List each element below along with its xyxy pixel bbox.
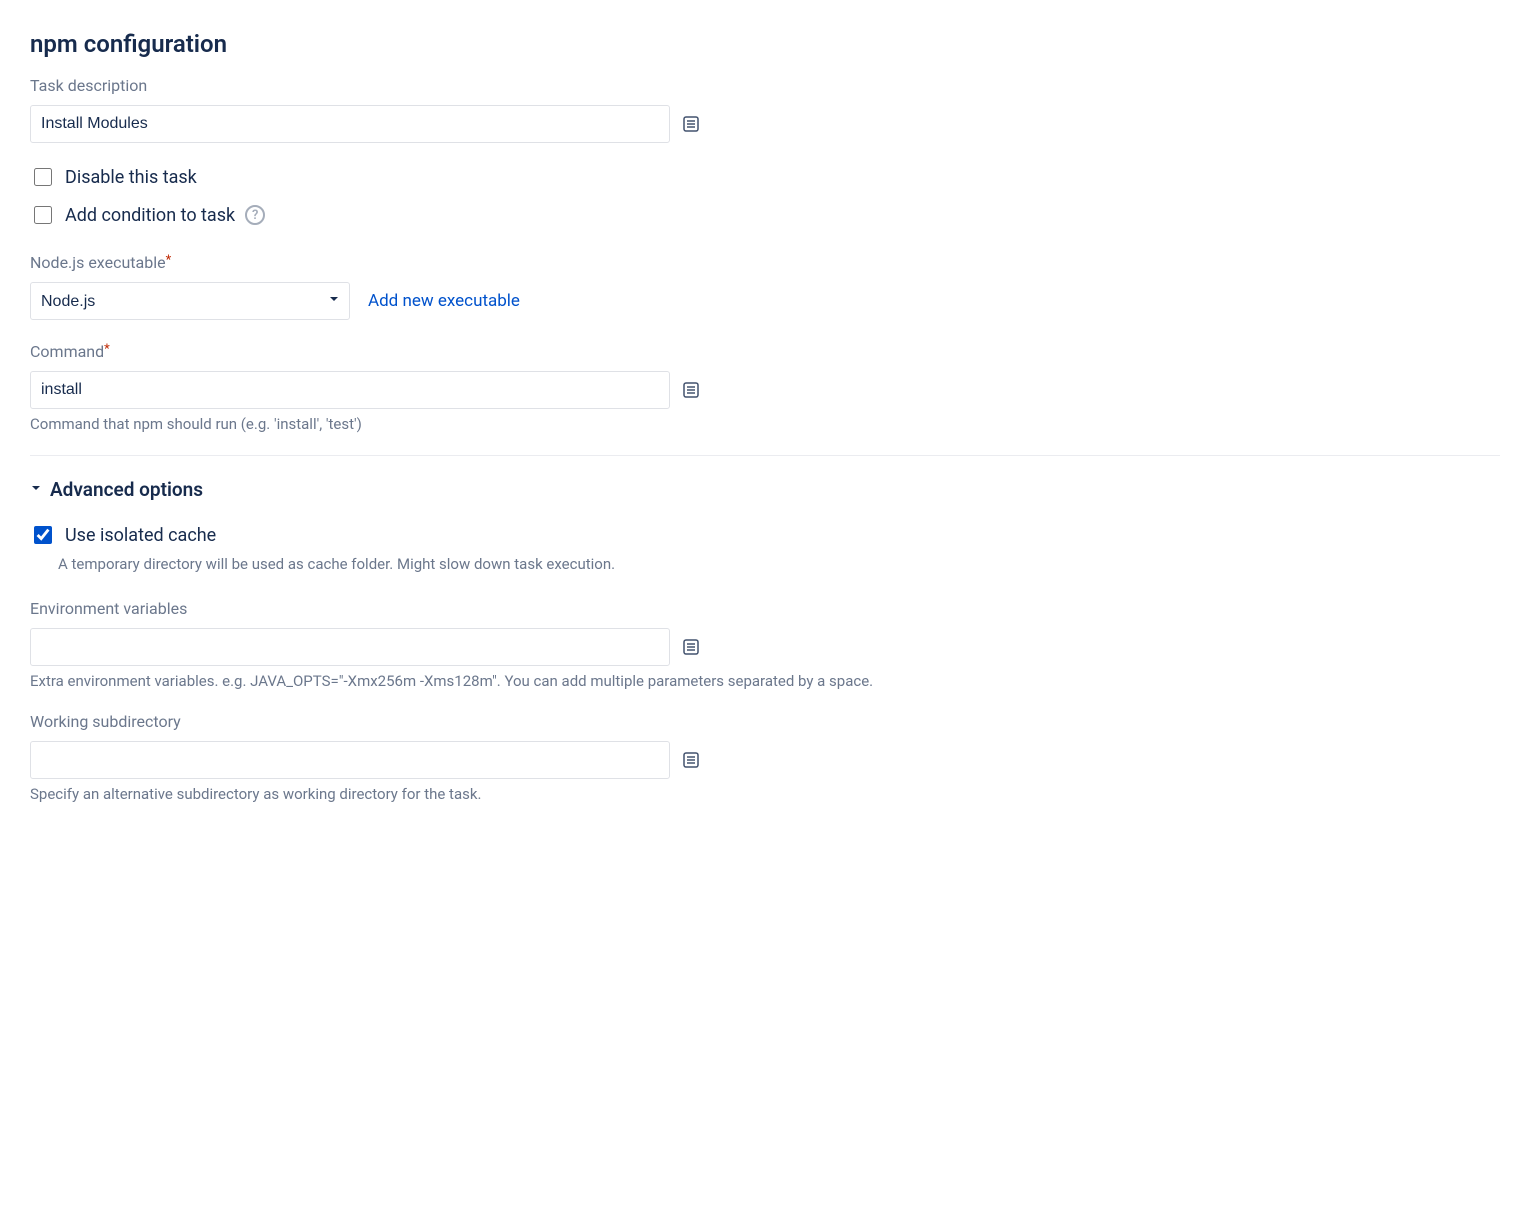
isolated-cache-label[interactable]: Use isolated cache [65, 525, 216, 546]
command-label: Command* [30, 342, 1500, 361]
add-condition-checkbox[interactable] [34, 206, 52, 224]
variables-icon[interactable] [680, 113, 702, 135]
advanced-options-title: Advanced options [50, 478, 203, 501]
working-subdir-label: Working subdirectory [30, 712, 1500, 731]
disable-task-label[interactable]: Disable this task [65, 167, 197, 188]
env-vars-input[interactable] [30, 628, 670, 666]
chevron-down-icon [30, 482, 42, 498]
node-executable-field: Node.js executable* Node.js Add new exec… [30, 253, 1500, 320]
page-title: npm configuration [30, 30, 1500, 58]
command-hint: Command that npm should run (e.g. 'insta… [30, 415, 1500, 433]
variables-icon[interactable] [680, 749, 702, 771]
help-icon[interactable]: ? [245, 205, 265, 225]
task-description-label: Task description [30, 76, 1500, 95]
working-subdir-input[interactable] [30, 741, 670, 779]
env-vars-hint: Extra environment variables. e.g. JAVA_O… [30, 672, 1500, 690]
disable-task-checkbox[interactable] [34, 168, 52, 186]
node-executable-label: Node.js executable* [30, 253, 1500, 272]
command-field: Command* Command that npm should run (e.… [30, 342, 1500, 433]
command-input[interactable] [30, 371, 670, 409]
node-executable-select[interactable]: Node.js [30, 282, 350, 320]
isolated-cache-checkbox[interactable] [34, 526, 52, 544]
env-vars-field: Environment variables Extra environment … [30, 599, 1500, 690]
task-description-field: Task description [30, 76, 1500, 143]
add-executable-link[interactable]: Add new executable [368, 291, 520, 311]
working-subdir-field: Working subdirectory Specify an alternat… [30, 712, 1500, 803]
env-vars-label: Environment variables [30, 599, 1500, 618]
task-description-input[interactable] [30, 105, 670, 143]
isolated-cache-desc: A temporary directory will be used as ca… [58, 555, 1500, 573]
advanced-options-toggle[interactable]: Advanced options [30, 478, 1500, 501]
divider [30, 455, 1500, 456]
add-condition-label[interactable]: Add condition to task [65, 205, 235, 226]
variables-icon[interactable] [680, 379, 702, 401]
working-subdir-hint: Specify an alternative subdirectory as w… [30, 785, 1500, 803]
variables-icon[interactable] [680, 636, 702, 658]
